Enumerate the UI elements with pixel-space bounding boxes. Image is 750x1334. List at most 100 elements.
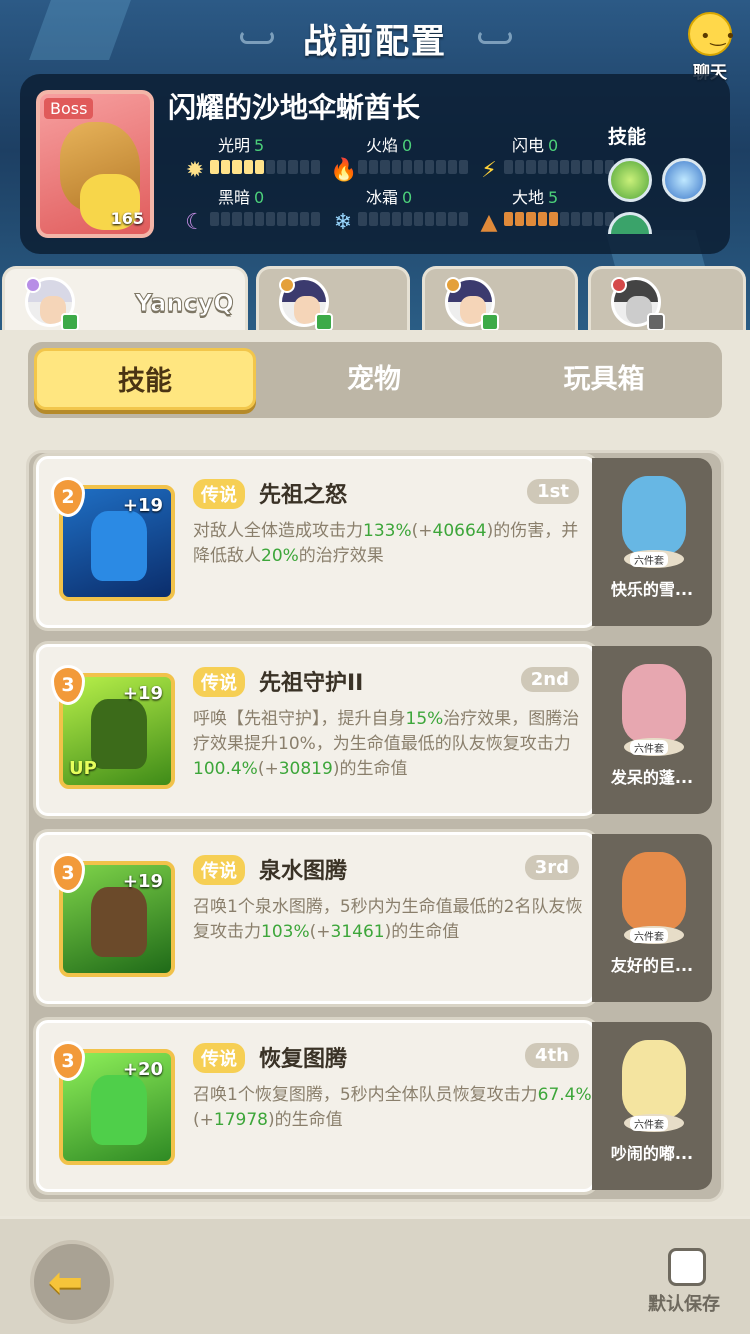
pet-name: 吵闹的嘟... <box>610 1144 694 1163</box>
skill-card[interactable]: +20 3 传说 恢复图腾 4th 召唤1个恢复图腾，5秒内全体队员恢复攻击力67.4%(… <box>36 1020 596 1192</box>
skill-up-label: UP <box>69 758 97 779</box>
class-icon <box>611 277 627 293</box>
attribute-pip <box>548 160 559 174</box>
attribute-pip <box>266 212 276 226</box>
boss-portrait[interactable]: Boss 165 <box>36 90 154 238</box>
highlight-value: 20% <box>261 546 299 566</box>
attribute-pip <box>425 160 435 174</box>
player-tab-4[interactable] <box>588 266 746 336</box>
attribute-pip <box>504 212 514 226</box>
description-text: 呼唤【先祖守护】，提升自身 <box>193 709 406 729</box>
attribute-pip <box>310 160 321 174</box>
attribute-label: 火焰 0 <box>366 132 412 156</box>
attribute-pip <box>526 160 536 174</box>
attribute-pip <box>288 212 298 226</box>
description-text: (+ <box>411 521 433 541</box>
pet-figure <box>622 476 686 554</box>
pet-name: 友好的巨... <box>610 956 694 975</box>
description-text: 对敌人全体造成攻击力 <box>193 521 363 541</box>
attribute-progress-bar <box>358 160 469 174</box>
attribute-value: 5 <box>548 188 559 207</box>
boss-skills-label: 技能 <box>608 126 647 148</box>
default-save-checkbox[interactable] <box>668 1248 706 1286</box>
highlight-value: 103% <box>261 922 310 942</box>
skill-name: 先祖之怒 <box>259 483 348 508</box>
attribute-pip <box>447 212 457 226</box>
skill-art <box>91 887 147 957</box>
ice-skill-icon[interactable] <box>662 158 706 202</box>
attribute-pip <box>243 160 253 174</box>
attribute-pip <box>210 212 220 226</box>
attribute-pip <box>582 212 592 226</box>
description-text: (+ <box>257 759 279 779</box>
description-text: (+ <box>193 1110 214 1130</box>
attribute-pip <box>436 212 446 226</box>
tab-toybox[interactable]: 玩具箱 <box>494 342 714 418</box>
attribute-pip <box>582 160 592 174</box>
skill-card[interactable]: +19 3 传说 泉水图腾 3rd 召唤1个泉水图腾，5秒内为生命值最低的2名队友恢复攻击… <box>36 832 596 1004</box>
attribute-label: 冰霜 0 <box>366 184 412 208</box>
boss-name: 闪耀的沙地伞蜥酋长 <box>168 91 421 124</box>
highlight-value: 17978 <box>213 1110 268 1130</box>
class-icon <box>279 277 295 293</box>
attribute-pip <box>571 160 581 174</box>
attribute-1: 火焰 0 🔥 <box>320 132 470 192</box>
pet-name: 发呆的蓬... <box>610 768 694 787</box>
highlight-value: 30819 <box>278 759 333 779</box>
player-tab-1[interactable]: YancyQ <box>2 266 248 336</box>
attribute-name: 闪电 <box>512 136 545 155</box>
back-button[interactable]: ⬅ <box>30 1240 114 1324</box>
attribute-pip <box>391 212 401 226</box>
skill-art <box>91 1075 147 1145</box>
description-text: 召唤1个恢复图腾，5秒内全体队员恢复攻击力 <box>193 1085 538 1105</box>
pet-slot[interactable]: 六件套 友好的巨... <box>592 834 712 1002</box>
attribute-pip <box>402 160 413 174</box>
attribute-pip <box>358 212 368 226</box>
attribute-label: 闪电 0 <box>512 132 558 156</box>
pet-slot[interactable]: 六件套 快乐的雪... <box>592 458 712 626</box>
highlight-value: 67.4% <box>537 1085 592 1105</box>
skill-rank: 2nd <box>520 667 579 692</box>
rarity-badge: 传说 <box>193 1043 245 1073</box>
tab-pets[interactable]: 宠物 <box>274 342 474 418</box>
attribute-value: 0 <box>402 136 413 155</box>
attribute-pip <box>299 212 309 226</box>
player-tab-2[interactable] <box>256 266 410 336</box>
tab-skills[interactable]: 技能 <box>34 348 256 410</box>
heal-skill-icon[interactable] <box>608 158 652 202</box>
description-text: 的治疗效果 <box>298 546 384 566</box>
attribute-pip <box>232 160 242 174</box>
player-name: YancyQ <box>135 289 235 318</box>
attribute-5: 大地 5 ▲ <box>466 184 616 244</box>
skill-rank: 4th <box>525 1043 579 1068</box>
category-tabbar: 技能 宠物 玩具箱 <box>28 342 722 418</box>
skill-card[interactable]: +19 2 传说 先祖之怒 1st 对敌人全体造成攻击力133%(+40664)的伤害，并… <box>36 456 596 628</box>
pet-slot[interactable]: 六件套 吵闹的嘟... <box>592 1022 712 1190</box>
attribute-pip <box>537 212 547 226</box>
skill-name: 泉水图腾 <box>259 859 348 884</box>
chat-icon: •‿• <box>676 12 736 56</box>
skill-card[interactable]: +19 UP 3 传说 先祖守护II 2nd 呼唤【先祖守护】，提升自身15%治疗效果，图腾… <box>36 644 596 816</box>
pet-slot[interactable]: 六件套 发呆的蓬... <box>592 646 712 814</box>
attribute-pip <box>391 160 401 174</box>
description-text: )的生命值 <box>384 922 460 942</box>
chat-button[interactable]: •‿• 聊天 <box>676 12 742 83</box>
earth-icon: ▲ <box>480 210 498 235</box>
attribute-3: 黑暗 0 ☾ <box>172 184 322 244</box>
attribute-pip <box>425 212 435 226</box>
player-tab-3[interactable] <box>422 266 578 336</box>
attribute-name: 黑暗 <box>218 188 251 207</box>
attribute-pip <box>221 160 231 174</box>
attribute-pip <box>515 212 525 226</box>
attribute-pip <box>593 212 603 226</box>
attribute-label: 大地 5 <box>512 184 558 208</box>
attribute-pip <box>593 160 603 174</box>
attribute-pip <box>288 160 298 174</box>
attribute-4: 冰霜 0 ❄ <box>320 184 470 244</box>
class-icon <box>25 277 41 293</box>
skill-description: 召唤1个泉水图腾，5秒内为生命值最低的2名队友恢复攻击力103%(+31461)… <box>193 895 593 945</box>
sun-icon: ✹ <box>185 158 205 183</box>
attribute-pip <box>277 160 287 174</box>
skill-bonus: +20 <box>122 1059 163 1080</box>
attribute-pip <box>380 212 390 226</box>
